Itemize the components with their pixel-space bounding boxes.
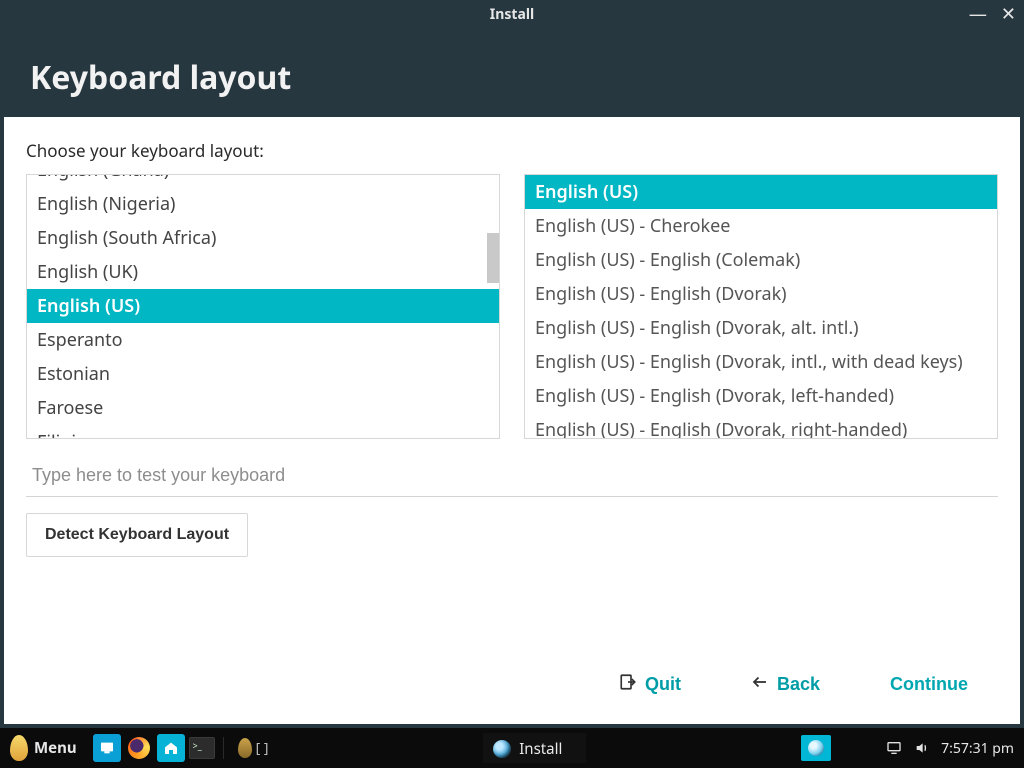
content-area: Choose your keyboard layout: English (Gh…: [4, 117, 1020, 724]
taskbar-center: Install: [268, 733, 801, 763]
back-button[interactable]: Back: [751, 673, 820, 696]
list-item[interactable]: English (South Africa): [27, 221, 499, 255]
task-button-install[interactable]: Install: [483, 733, 586, 763]
exit-icon: [619, 673, 637, 696]
continue-label: Continue: [890, 674, 968, 695]
arrow-left-icon: [751, 673, 769, 696]
workspace-indicator[interactable]: [ ]: [256, 739, 269, 758]
list-item[interactable]: English (US) - Cherokee: [525, 209, 997, 243]
list-item[interactable]: English (UK): [27, 255, 499, 289]
continue-button[interactable]: Continue: [890, 674, 968, 695]
prompt-label: Choose your keyboard layout:: [26, 139, 998, 162]
menu-label: Menu: [34, 738, 77, 758]
taskbar: Menu [ ] Install 7:57:31 pm: [0, 728, 1024, 768]
minimize-icon[interactable]: —: [969, 5, 987, 23]
distro-logo-icon: [10, 735, 28, 761]
menu-button[interactable]: Menu: [0, 728, 87, 768]
clock[interactable]: 7:57:31 pm: [941, 739, 1014, 758]
home-icon: [163, 740, 179, 756]
desktop-icon: [99, 740, 115, 756]
page-title: Keyboard layout: [30, 56, 994, 99]
list-item[interactable]: English (Nigeria): [27, 187, 499, 221]
list-item[interactable]: Filipino: [27, 425, 499, 439]
quit-button[interactable]: Quit: [619, 673, 681, 696]
show-desktop-launcher[interactable]: [93, 734, 121, 762]
nav-row: Quit Back Continue: [26, 673, 998, 706]
layout-language-list[interactable]: English (Ghana) English (Nigeria) Englis…: [26, 174, 500, 439]
page-header: Keyboard layout: [0, 28, 1024, 117]
list-item-selected[interactable]: English (US): [27, 289, 499, 323]
volume-tray-icon[interactable]: [913, 740, 931, 756]
scrollbar-track[interactable]: [487, 175, 499, 438]
terminal-launcher[interactable]: [189, 737, 215, 759]
keyboard-test-input[interactable]: [26, 457, 998, 497]
firefox-icon: [128, 737, 150, 759]
firefox-launcher[interactable]: [125, 734, 153, 762]
list-item[interactable]: English (US) - English (Dvorak): [525, 277, 997, 311]
taskbar-right: 7:57:31 pm: [801, 735, 1024, 761]
detect-row: Detect Keyboard Layout: [26, 513, 998, 557]
scrollbar-thumb[interactable]: [487, 233, 499, 283]
list-item[interactable]: English (US) - English (Dvorak, intl., w…: [525, 345, 997, 379]
quit-label: Quit: [645, 674, 681, 695]
layout-lists: English (Ghana) English (Nigeria) Englis…: [26, 174, 998, 439]
launcher-group: [93, 734, 215, 762]
list-item[interactable]: English (US) - English (Dvorak, left-han…: [525, 379, 997, 413]
update-manager-icon[interactable]: [238, 738, 252, 758]
list-item[interactable]: Faroese: [27, 391, 499, 425]
titlebar[interactable]: Install — ✕: [0, 0, 1024, 28]
files-launcher[interactable]: [157, 734, 185, 762]
list-item[interactable]: Esperanto: [27, 323, 499, 357]
close-icon[interactable]: ✕: [1001, 5, 1016, 23]
list-item-selected[interactable]: English (US): [525, 175, 997, 209]
installer-disc-icon-small: [808, 740, 824, 756]
detect-keyboard-button[interactable]: Detect Keyboard Layout: [26, 513, 248, 557]
list-item[interactable]: Estonian: [27, 357, 499, 391]
tray-installer-tile[interactable]: [801, 735, 831, 761]
back-label: Back: [777, 674, 820, 695]
list-item[interactable]: English (US) - English (Colemak): [525, 243, 997, 277]
window-title: Install: [490, 5, 534, 24]
task-label: Install: [519, 739, 562, 759]
list-item[interactable]: English (Ghana): [27, 174, 499, 187]
installer-window: Install — ✕ Keyboard layout Choose your …: [0, 0, 1024, 728]
list-item[interactable]: English (US) - English (Dvorak, alt. int…: [525, 311, 997, 345]
list-item[interactable]: English (US) - English (Dvorak, right-ha…: [525, 413, 997, 439]
installer-disc-icon: [493, 740, 511, 758]
window-controls: — ✕: [969, 0, 1016, 28]
taskbar-separator: [223, 737, 224, 759]
layout-variant-list[interactable]: English (US) English (US) - Cherokee Eng…: [524, 174, 998, 439]
display-tray-icon[interactable]: [885, 740, 903, 756]
